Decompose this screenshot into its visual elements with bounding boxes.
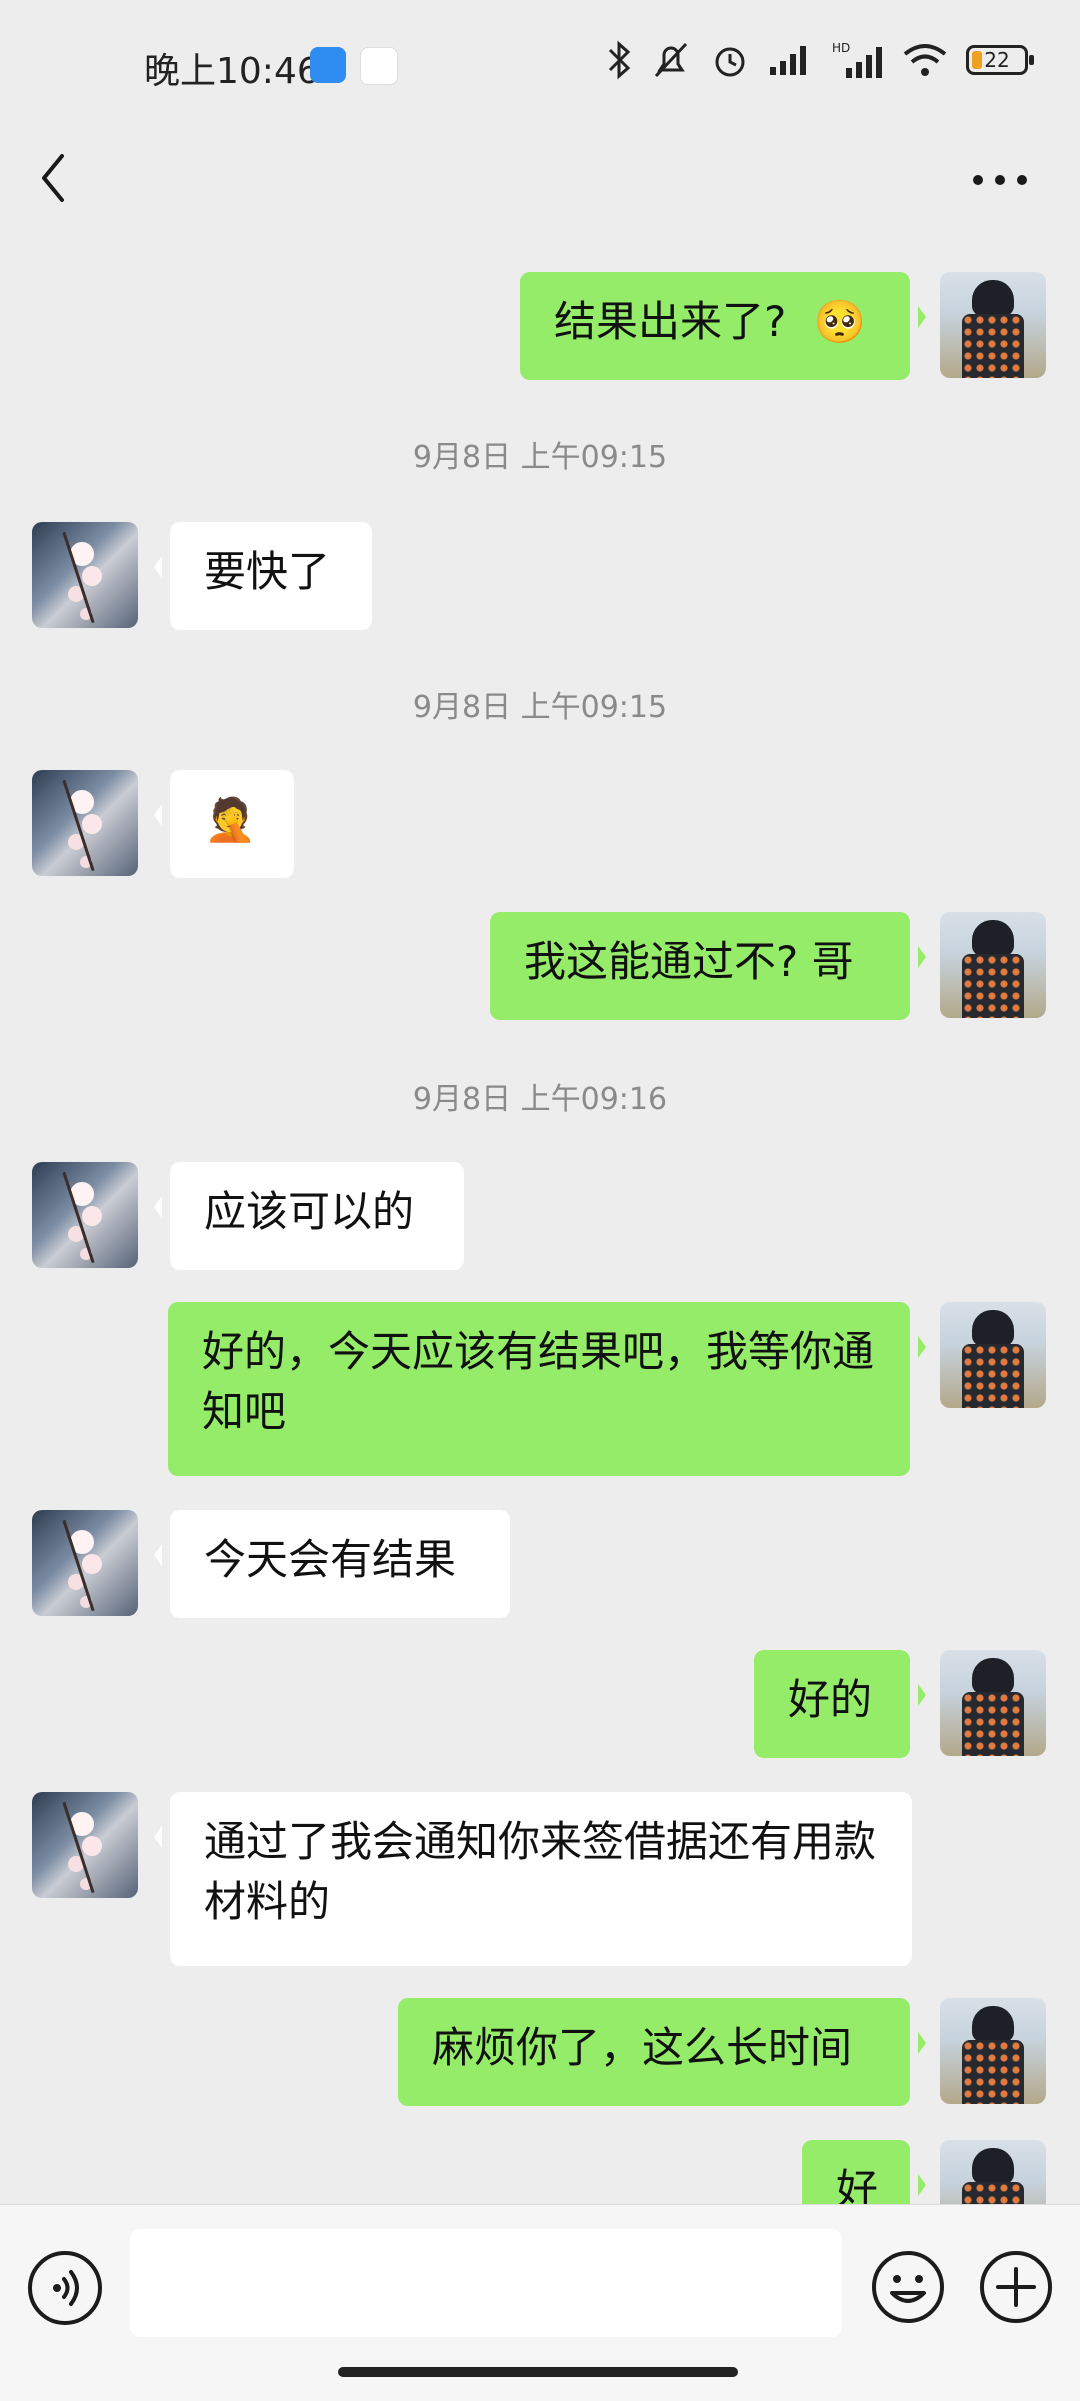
chat-header xyxy=(0,130,1080,235)
my-avatar[interactable] xyxy=(940,1650,1046,1756)
message-text: 好的 xyxy=(788,1675,873,1724)
signal-hd-icon: HD xyxy=(832,41,882,78)
signal-icon xyxy=(770,46,806,75)
emoji-button[interactable] xyxy=(870,2249,946,2325)
more-dots-icon xyxy=(973,175,1027,185)
message-bubble[interactable]: 麻烦你了，这么长时间 xyxy=(398,1998,926,2106)
message-bubble[interactable]: 好的 xyxy=(754,1650,926,1758)
contact-avatar[interactable] xyxy=(32,770,138,876)
message-text: 通过了我会通知你来签借据还有用款材料的 xyxy=(204,1817,877,1926)
contact-avatar[interactable] xyxy=(32,1162,138,1268)
message-bubble[interactable]: 🤦 xyxy=(154,770,294,878)
message-input[interactable] xyxy=(130,2229,842,2337)
voice-input-button[interactable] xyxy=(28,2251,102,2325)
back-button[interactable] xyxy=(30,140,110,220)
smiley-icon xyxy=(872,2251,944,2323)
pleading-face-emoji: 🥺 xyxy=(813,297,866,346)
plus-circle-icon xyxy=(980,2251,1052,2323)
chevron-left-icon xyxy=(42,154,64,202)
wifi-icon xyxy=(903,44,947,76)
timestamp: 9月8日 上午09:15 xyxy=(412,440,668,475)
message-bubble[interactable]: 应该可以的 xyxy=(154,1162,464,1270)
battery-indicator: 22 xyxy=(966,45,1034,75)
my-avatar[interactable] xyxy=(940,1998,1046,2104)
alarm-icon xyxy=(715,47,745,77)
contact-avatar[interactable] xyxy=(32,522,138,628)
message-bubble[interactable]: 要快了 xyxy=(154,522,372,630)
facepalm-emoji: 🤦 xyxy=(204,795,257,844)
message-bubble[interactable]: 通过了我会通知你来签借据还有用款材料的 xyxy=(154,1792,912,1966)
message-text: 我这能通过不? 哥 xyxy=(524,937,854,986)
more-options-button[interactable] xyxy=(960,140,1040,220)
more-functions-button[interactable] xyxy=(978,2249,1054,2325)
message-text: 结果出来了? xyxy=(554,297,787,346)
timestamp: 9月8日 上午09:15 xyxy=(412,690,668,725)
timestamp: 9月8日 上午09:16 xyxy=(412,1082,668,1117)
message-bubble[interactable]: 结果出来了? 🥺 xyxy=(520,272,926,380)
message-text: 应该可以的 xyxy=(204,1187,415,1236)
status-icons: HD 22 xyxy=(606,40,1034,80)
message-text: 要快了 xyxy=(204,547,331,596)
bee-app-icon xyxy=(360,47,398,85)
battery-level: 22 xyxy=(984,48,1010,72)
status-bar: 晚上10:46 HD 22 xyxy=(0,0,1080,130)
message-text: 好的，今天应该有结果吧，我等你通知吧 xyxy=(202,1327,875,1436)
message-text: 麻烦你了，这么长时间 xyxy=(432,2023,853,2072)
contact-avatar[interactable] xyxy=(32,1792,138,1898)
message-bubble[interactable]: 今天会有结果 xyxy=(154,1510,510,1618)
status-time: 晚上10:46 xyxy=(144,51,320,92)
home-indicator[interactable] xyxy=(338,2367,738,2377)
message-bubble[interactable]: 我这能通过不? 哥 xyxy=(490,912,926,1020)
message-text: 今天会有结果 xyxy=(204,1535,457,1584)
my-avatar[interactable] xyxy=(940,912,1046,1018)
my-avatar[interactable] xyxy=(940,272,1046,378)
contact-avatar[interactable] xyxy=(32,1510,138,1616)
svg-text:HD: HD xyxy=(832,41,850,55)
my-avatar[interactable] xyxy=(940,1302,1046,1408)
mute-bell-icon xyxy=(654,42,688,78)
cloud-app-icon xyxy=(310,47,346,83)
bluetooth-icon xyxy=(608,40,631,80)
message-bubble[interactable]: 好的，今天应该有结果吧，我等你通知吧 xyxy=(168,1302,926,1476)
voice-icon xyxy=(53,2270,79,2306)
